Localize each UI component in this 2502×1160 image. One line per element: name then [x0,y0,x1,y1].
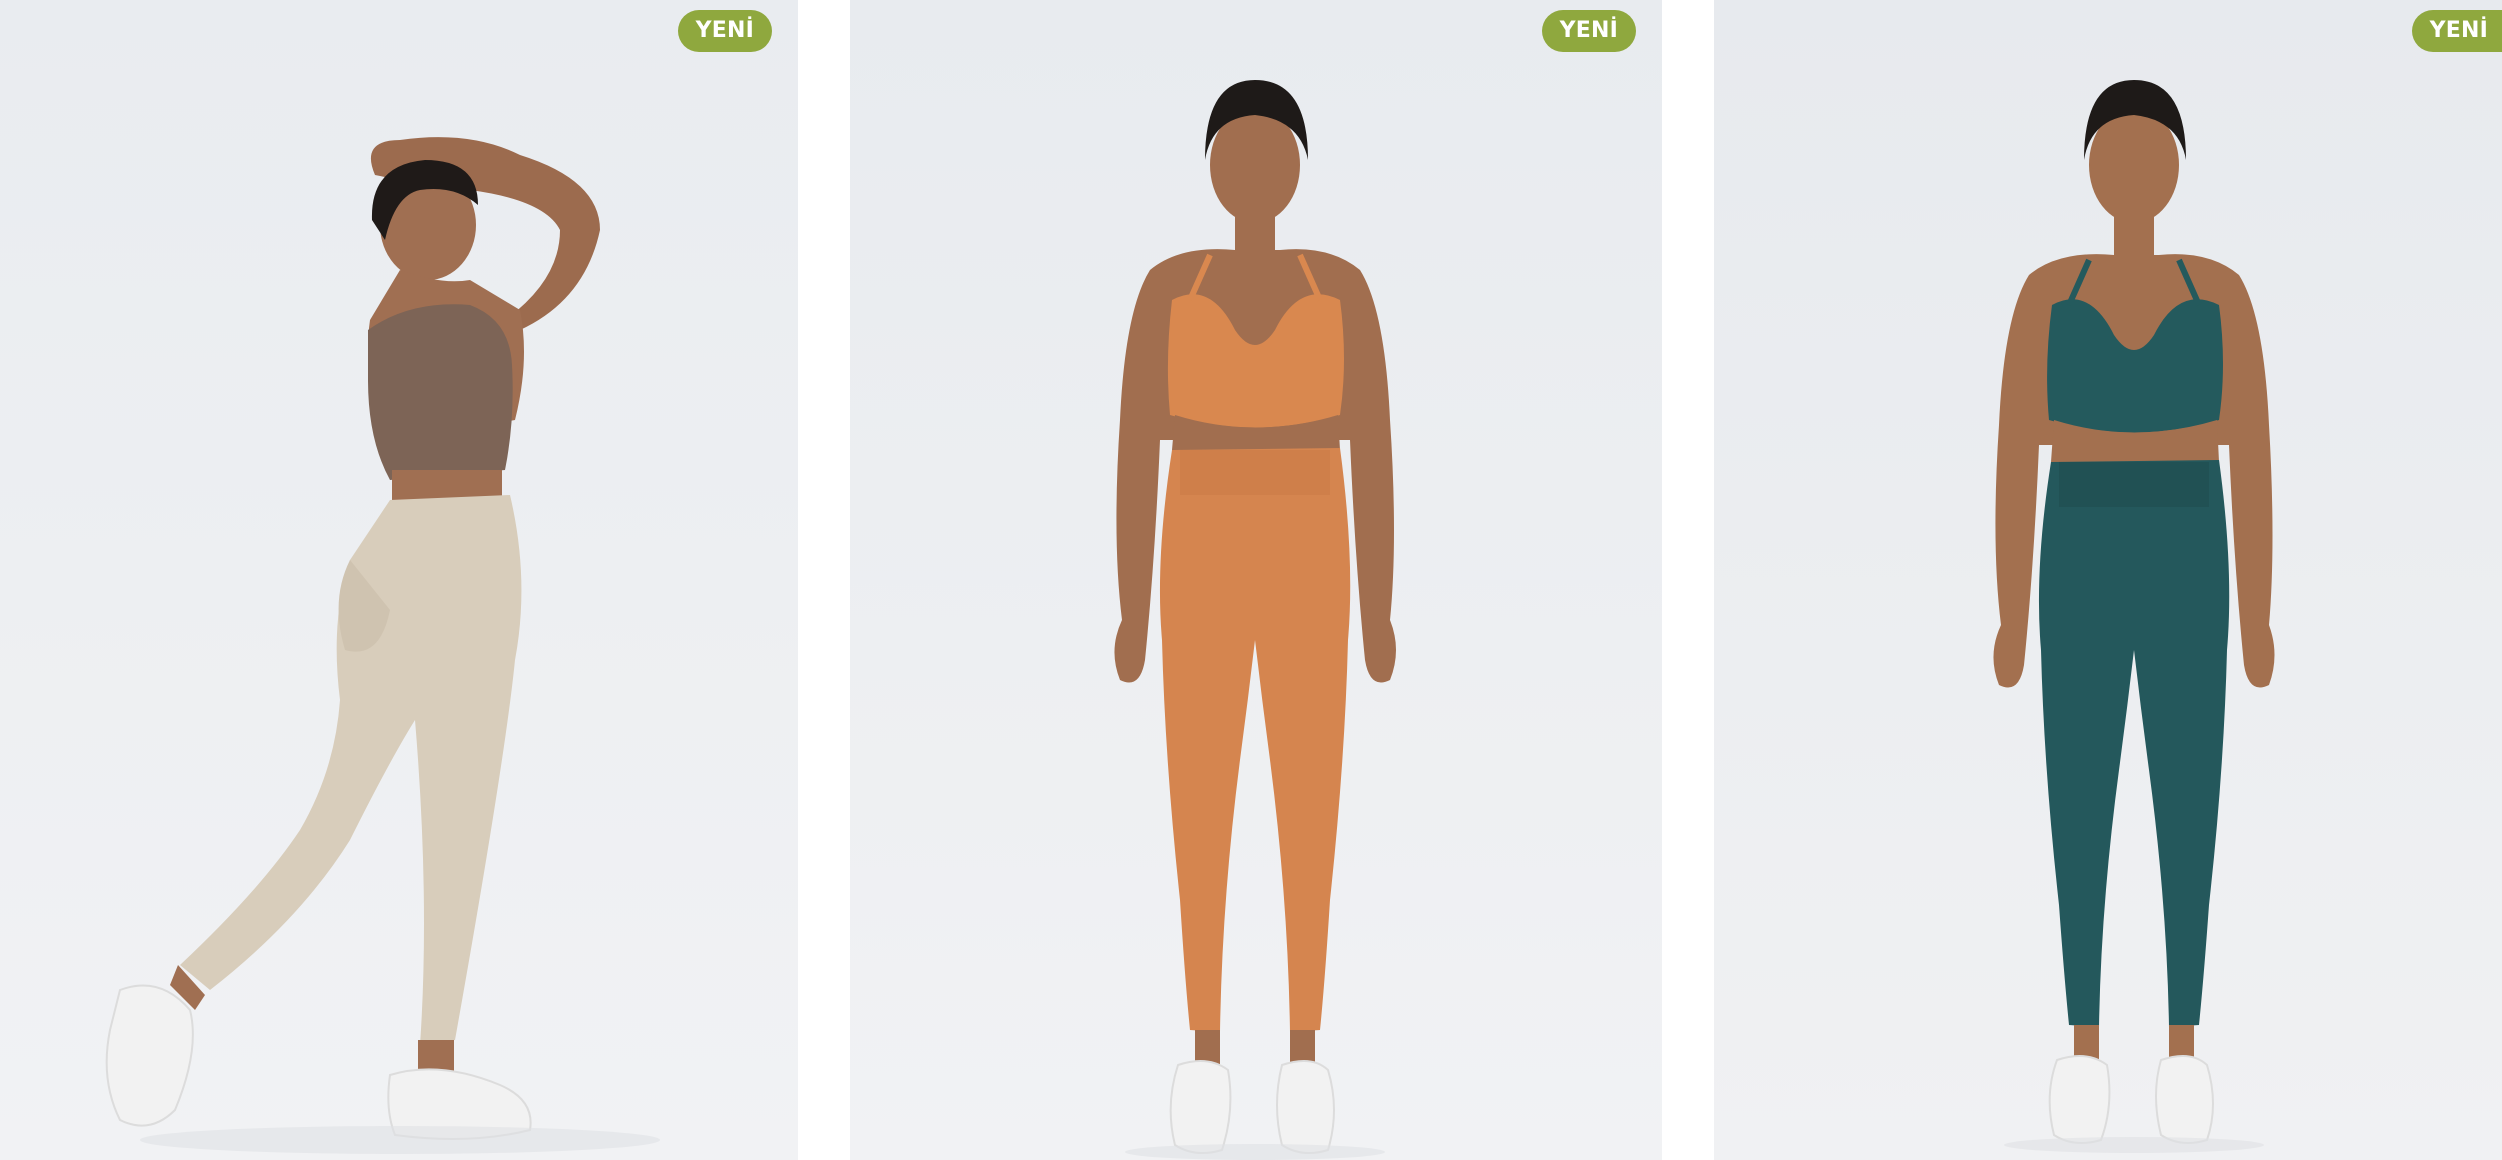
product-photo-image [0,0,798,1160]
product-photo[interactable] [0,0,798,1160]
product-card[interactable]: YENİ [1714,0,2502,1160]
product-card[interactable]: YENİ [850,0,1662,1160]
product-photo[interactable] [850,0,1662,1160]
new-badge: YENİ [1541,10,1636,52]
product-card[interactable]: YENİ [0,0,798,1160]
top-garment [368,304,513,480]
product-photo-image [850,0,1662,1160]
product-grid: YENİ YENİ YENİ [0,0,2502,1160]
new-badge: YENİ [677,10,772,52]
new-badge: YENİ [2411,10,2502,52]
product-photo-image [1714,0,2502,1160]
product-photo[interactable] [1714,0,2502,1160]
